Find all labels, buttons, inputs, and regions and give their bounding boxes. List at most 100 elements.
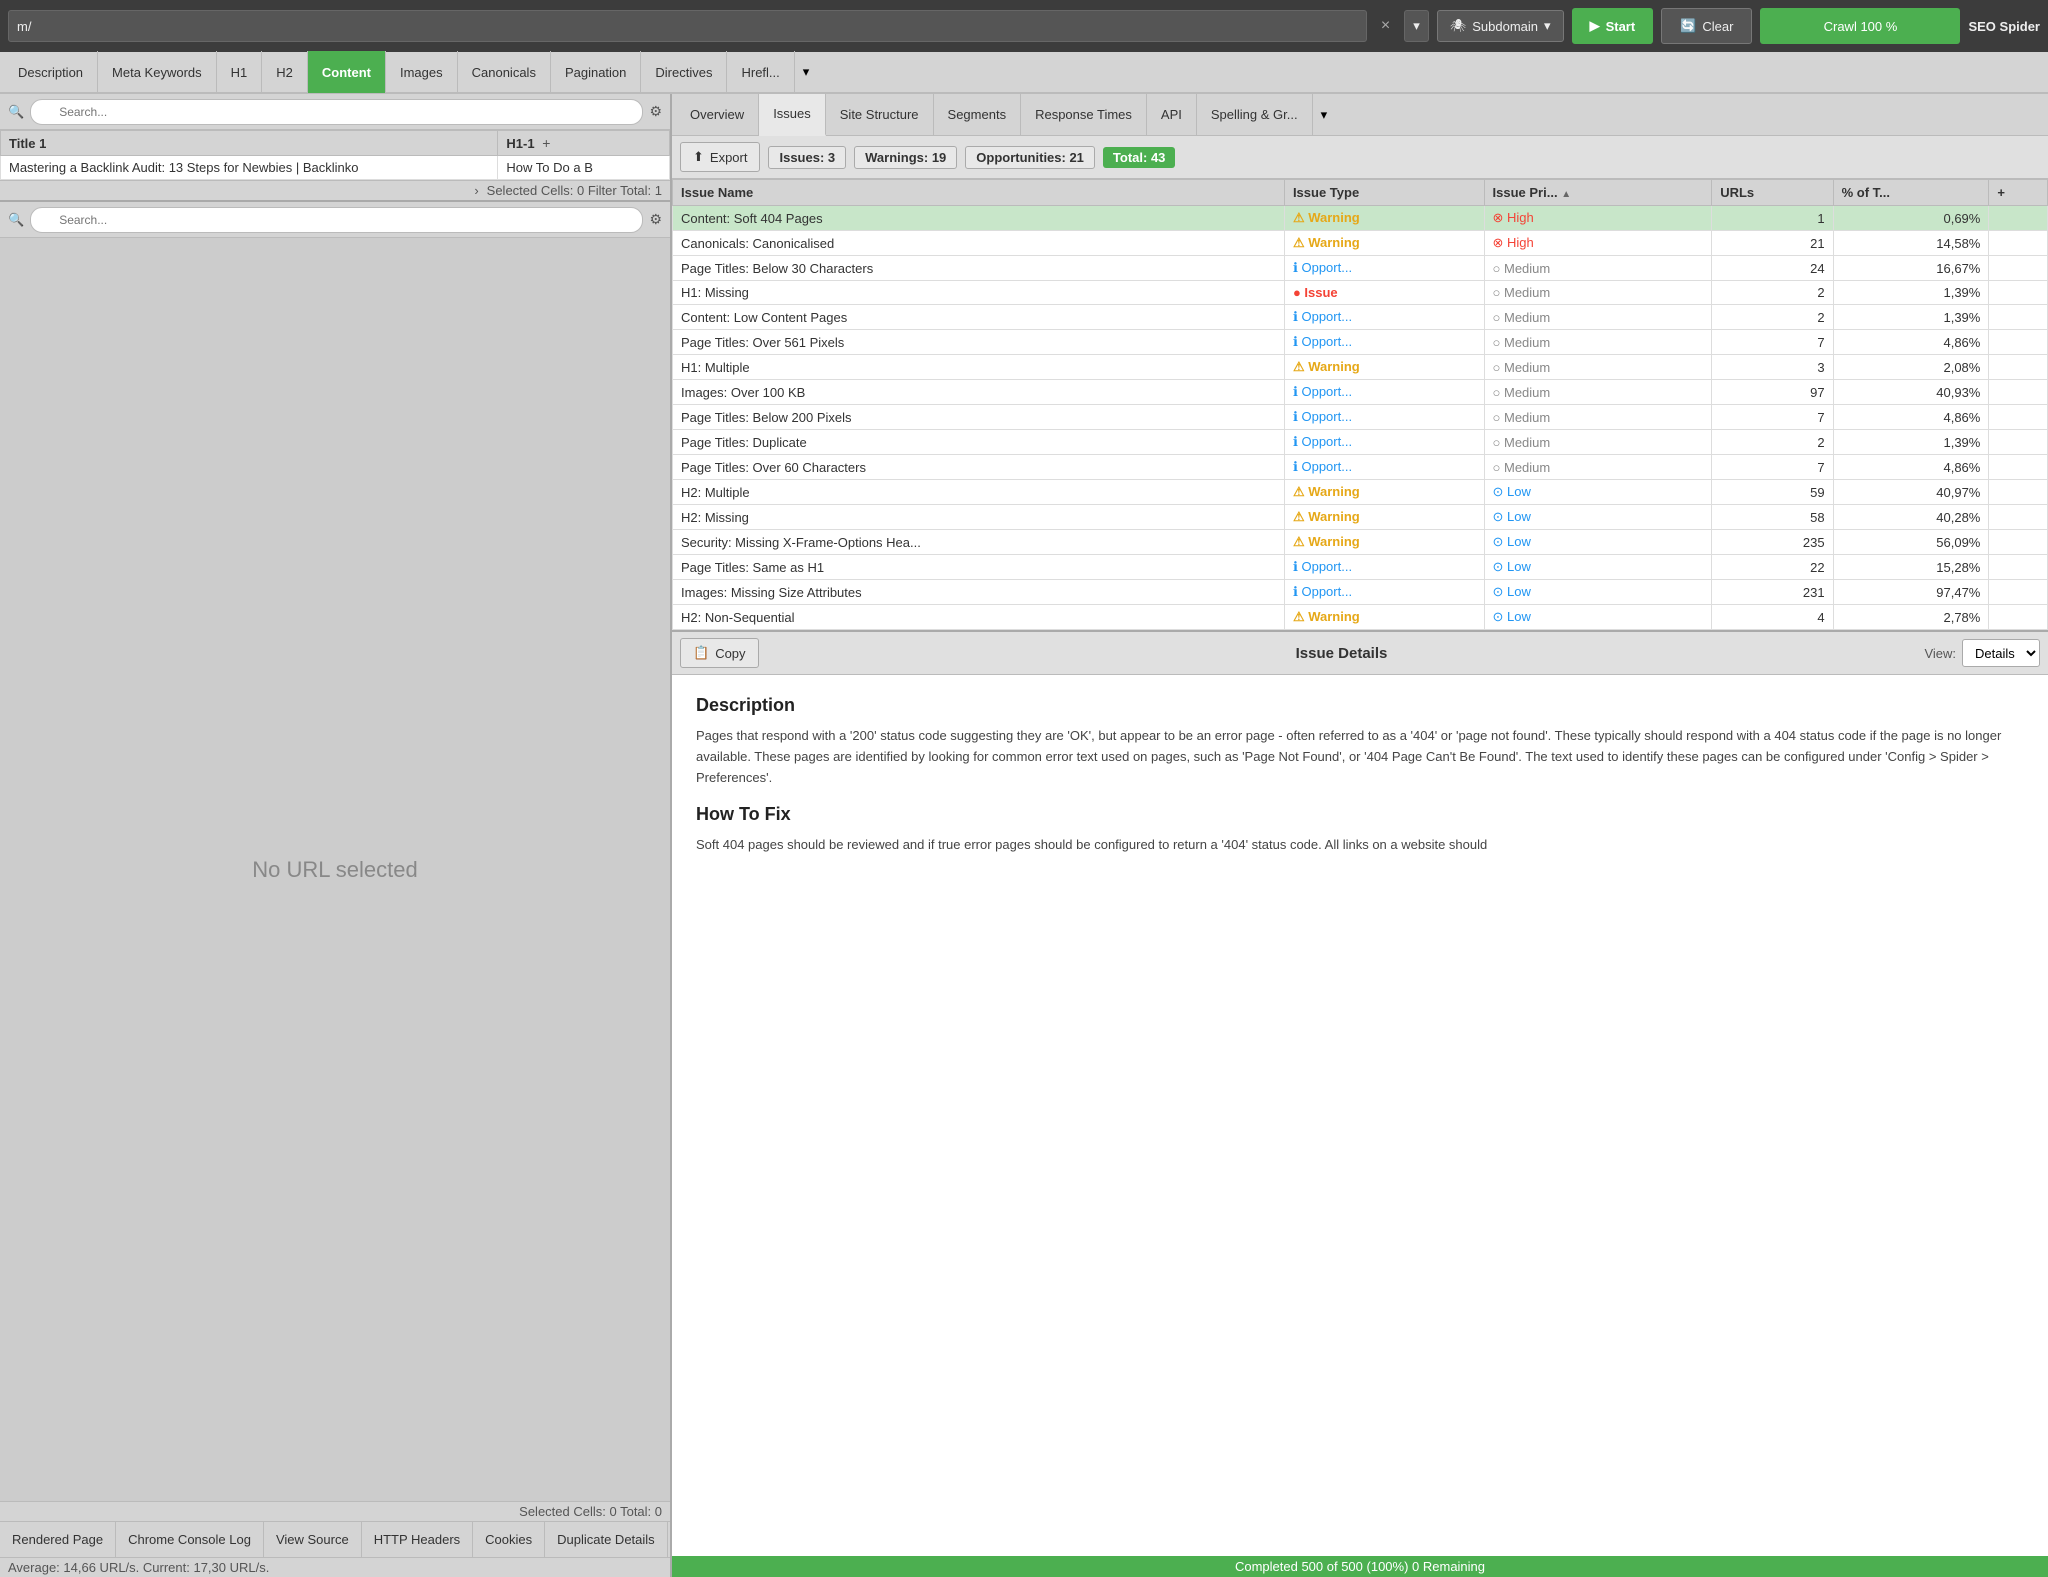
bottom-tab-console[interactable]: Chrome Console Log [116, 1522, 264, 1558]
tab-content[interactable]: Content [308, 51, 386, 93]
col-add[interactable]: + [1989, 180, 2048, 206]
close-icon[interactable]: × [1375, 13, 1396, 39]
how-to-fix-heading: How To Fix [696, 804, 2024, 825]
issue-row[interactable]: Page Titles: Same as H1 ℹ Opport... ⊙ Lo… [673, 555, 2048, 580]
issue-row[interactable]: Page Titles: Below 30 Characters ℹ Oppor… [673, 256, 2048, 281]
tab-hrefl[interactable]: Hrefl... [727, 51, 794, 93]
issue-row[interactable]: Page Titles: Over 60 Characters ℹ Opport… [673, 455, 2048, 480]
issue-row[interactable]: H2: Multiple ⚠ Warning ⊙ Low 59 40,97% [673, 480, 2048, 505]
issue-urls-cell: 21 [1712, 231, 1833, 256]
bottom-tab-duplicate[interactable]: Duplicate Details [545, 1522, 668, 1558]
issue-row[interactable]: H1: Multiple ⚠ Warning ○ Medium 3 2,08% [673, 355, 2048, 380]
issue-row[interactable]: Images: Over 100 KB ℹ Opport... ○ Medium… [673, 380, 2048, 405]
col-h1-1[interactable]: H1-1 + [498, 131, 670, 156]
issue-type-opport: ℹ Opport... [1293, 384, 1352, 400]
issue-row[interactable]: Content: Low Content Pages ℹ Opport... ○… [673, 305, 2048, 330]
issue-row[interactable]: Content: Soft 404 Pages ⚠ Warning ⊗ High… [673, 206, 2048, 231]
tab-canonicals[interactable]: Canonicals [458, 51, 551, 93]
issue-pct-cell: 1,39% [1833, 281, 1989, 305]
issue-extra-cell [1989, 305, 2048, 330]
col-issue-priority[interactable]: Issue Pri... ▲ [1484, 180, 1712, 206]
issue-urls-cell: 7 [1712, 455, 1833, 480]
clear-icon: 🔄 [1680, 18, 1696, 34]
copy-button[interactable]: 📋 Copy [680, 638, 759, 668]
no-url-area: No URL selected [0, 238, 670, 1501]
bottom-tab-headers[interactable]: HTTP Headers [362, 1522, 473, 1558]
issue-row[interactable]: H1: Missing ● Issue ○ Medium 2 1,39% [673, 281, 2048, 305]
issue-row[interactable]: Security: Missing X-Frame-Options Hea...… [673, 530, 2048, 555]
issue-name-cell: H2: Missing [673, 505, 1285, 530]
issue-details-panel: 📋 Copy Issue Details View: Details Descr… [672, 630, 2048, 1556]
lower-search-input[interactable] [30, 207, 643, 233]
tab-pagination[interactable]: Pagination [551, 51, 641, 93]
issues-badge[interactable]: Issues: 3 [768, 146, 846, 169]
export-button[interactable]: ⬆ Export [680, 142, 760, 172]
copy-label: Copy [715, 646, 745, 661]
main-layout: 🔍 ⚙ Title 1 H1-1 + Mastering a Backlink … [0, 94, 2048, 1577]
issue-type-cell: ℹ Opport... [1284, 256, 1484, 281]
subdomain-button[interactable]: 🕷 Subdomain ▾ [1437, 10, 1564, 42]
issue-row[interactable]: H2: Non-Sequential ⚠ Warning ⊙ Low 4 2,7… [673, 605, 2048, 630]
tab-meta-keywords[interactable]: Meta Keywords [98, 51, 217, 93]
col-pct[interactable]: % of T... [1833, 180, 1989, 206]
col-urls[interactable]: URLs [1712, 180, 1833, 206]
copy-icon: 📋 [693, 645, 709, 661]
left-data-table: Title 1 H1-1 + Mastering a Backlink Audi… [0, 130, 670, 180]
right-tabs-more[interactable]: ▾ [1313, 107, 1336, 123]
right-tab-issues[interactable]: Issues [759, 94, 826, 136]
right-tab-api[interactable]: API [1147, 94, 1197, 136]
issue-name-cell: Images: Over 100 KB [673, 380, 1285, 405]
issue-type-warning: ⚠ Warning [1293, 359, 1360, 375]
tabs-more-button[interactable]: ▾ [795, 51, 818, 93]
filter-icon[interactable]: ⚙ [649, 103, 662, 120]
issue-details-toolbar: 📋 Copy Issue Details View: Details [672, 632, 2048, 675]
view-dropdown[interactable]: Details [1962, 639, 2040, 667]
issue-type-warning: ⚠ Warning [1293, 210, 1360, 226]
warnings-badge[interactable]: Warnings: 19 [854, 146, 957, 169]
tab-description[interactable]: Description [4, 51, 98, 93]
col-issue-type[interactable]: Issue Type [1284, 180, 1484, 206]
left-search-input[interactable] [30, 99, 643, 125]
dropdown-button[interactable]: ▾ [1404, 10, 1429, 42]
issue-name-cell: Canonicals: Canonicalised [673, 231, 1285, 256]
right-tab-response-times[interactable]: Response Times [1021, 94, 1147, 136]
right-tab-overview[interactable]: Overview [676, 94, 759, 136]
add-column-button[interactable]: + [538, 135, 554, 151]
bottom-tab-cookies[interactable]: Cookies [473, 1522, 545, 1558]
issue-pct-cell: 14,58% [1833, 231, 1989, 256]
url-bar[interactable]: m/ [8, 10, 1367, 42]
col-issue-name[interactable]: Issue Name [673, 180, 1285, 206]
issue-row[interactable]: Page Titles: Duplicate ℹ Opport... ○ Med… [673, 430, 2048, 455]
issue-row[interactable]: Page Titles: Below 200 Pixels ℹ Opport..… [673, 405, 2048, 430]
tab-directives[interactable]: Directives [641, 51, 727, 93]
bottom-tab-source[interactable]: View Source [264, 1522, 362, 1558]
tab-h1[interactable]: H1 [217, 51, 263, 93]
issue-row[interactable]: Page Titles: Over 561 Pixels ℹ Opport...… [673, 330, 2048, 355]
right-toolbar: ⬆ Export Issues: 3 Warnings: 19 Opportun… [672, 136, 2048, 179]
right-tab-spelling[interactable]: Spelling & Gr... [1197, 94, 1313, 136]
col-title1[interactable]: Title 1 [1, 131, 498, 156]
bottom-tab-rendered[interactable]: Rendered Page [0, 1522, 116, 1558]
table-row[interactable]: Mastering a Backlink Audit: 13 Steps for… [1, 156, 670, 180]
tab-images[interactable]: Images [386, 51, 458, 93]
issue-row[interactable]: Images: Missing Size Attributes ℹ Opport… [673, 580, 2048, 605]
right-tab-segments[interactable]: Segments [934, 94, 1022, 136]
lower-status-text: Selected Cells: 0 Total: 0 [519, 1504, 662, 1519]
lower-filter-icon[interactable]: ⚙ [649, 211, 662, 228]
cell-h1: How To Do a B [498, 156, 670, 180]
total-badge[interactable]: Total: 43 [1103, 147, 1176, 168]
opportunities-badge[interactable]: Opportunities: 21 [965, 146, 1095, 169]
right-tab-site-structure[interactable]: Site Structure [826, 94, 934, 136]
issue-row[interactable]: Canonicals: Canonicalised ⚠ Warning ⊗ Hi… [673, 231, 2048, 256]
start-button[interactable]: ▶ Start [1572, 8, 1654, 44]
issue-type-opport: ℹ Opport... [1293, 260, 1352, 276]
clear-button[interactable]: 🔄 Clear [1661, 8, 1752, 44]
spider-icon: 🕷 [1450, 18, 1467, 34]
tab-h2[interactable]: H2 [262, 51, 308, 93]
issue-urls-cell: 3 [1712, 355, 1833, 380]
issue-urls-cell: 235 [1712, 530, 1833, 555]
issue-pct-cell: 40,97% [1833, 480, 1989, 505]
issue-priority-cell: ○ Medium [1484, 330, 1712, 355]
issue-row[interactable]: H2: Missing ⚠ Warning ⊙ Low 58 40,28% [673, 505, 2048, 530]
issue-pct-cell: 97,47% [1833, 580, 1989, 605]
